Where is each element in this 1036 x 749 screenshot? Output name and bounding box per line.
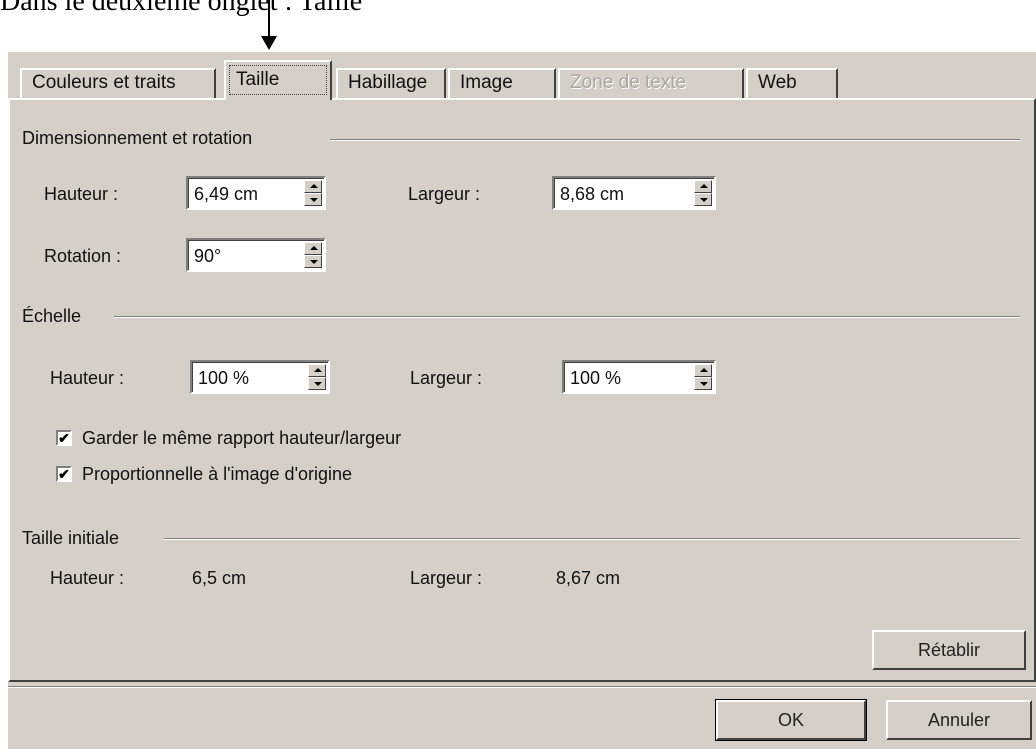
tab-label: Zone de texte [570,72,687,93]
scale-width-label: Largeur : [410,368,483,388]
spin-buttons[interactable] [304,242,322,268]
rotation-label: Rotation : [44,246,122,266]
caption-text: Dans le deuxième onglet : Taille [0,0,363,17]
tab-label: Couleurs et traits [32,72,176,93]
spin-up-icon[interactable] [694,364,712,377]
spin-buttons[interactable] [694,180,712,206]
group-divider [330,139,1020,141]
spin-down-icon[interactable] [304,193,322,206]
sizing-width-input[interactable] [560,182,660,206]
spin-down-icon[interactable] [308,377,326,390]
reset-button[interactable]: Rétablir [872,630,1026,670]
format-image-dialog: Couleurs et traits Taille Habillage Imag… [8,52,1036,749]
tab-label: Web [758,72,797,93]
tab-taille[interactable]: Taille [224,60,332,100]
relative-original-checkbox[interactable]: ✔ [56,466,72,482]
spin-buttons[interactable] [694,364,712,390]
rotation-input[interactable] [194,244,294,268]
tab-zone-de-texte[interactable]: Zone de texte [558,68,744,98]
spin-up-icon[interactable] [304,180,322,193]
sizing-width-stepper[interactable] [552,176,716,210]
pointer-arrow-icon [261,36,277,50]
sizing-height-input[interactable] [194,182,294,206]
tab-web[interactable]: Web [746,68,838,98]
pointer-arrow-shaft [268,0,270,38]
original-height-value: 6,5 cm [192,568,247,588]
original-width-value: 8,67 cm [556,568,621,588]
spin-up-icon[interactable] [694,180,712,193]
original-height-label: Hauteur : [50,568,125,588]
scale-height-label: Hauteur : [50,368,125,388]
tab-label: Habillage [348,72,428,93]
tab-panel-taille: Dimensionnement et rotation Hauteur : La… [8,98,1036,682]
spin-down-icon[interactable] [694,377,712,390]
spin-up-icon[interactable] [304,242,322,255]
ok-button[interactable]: OK [715,699,867,741]
scale-width-input[interactable] [570,366,670,390]
original-width-label: Largeur : [410,568,483,588]
relative-original-label[interactable]: Proportionnelle à l'image d'origine [82,464,352,485]
rotation-stepper[interactable] [186,238,326,272]
group-title-scale: Échelle [22,306,82,326]
tab-label: Image [460,72,513,93]
spin-buttons[interactable] [304,180,322,206]
lock-aspect-checkbox[interactable]: ✔ [56,430,72,446]
button-area-divider [8,686,1036,688]
group-title-sizing: Dimensionnement et rotation [22,128,253,148]
tab-image[interactable]: Image [448,68,556,98]
scale-width-stepper[interactable] [562,360,716,394]
spin-down-icon[interactable] [304,255,322,268]
group-title-original-size: Taille initiale [22,528,120,548]
spin-down-icon[interactable] [694,193,712,206]
group-divider [114,316,1020,318]
tab-label: Taille [236,69,280,90]
spin-buttons[interactable] [308,364,326,390]
tab-couleurs-et-traits[interactable]: Couleurs et traits [20,68,216,98]
lock-aspect-label[interactable]: Garder le même rapport hauteur/largeur [82,428,401,449]
sizing-height-stepper[interactable] [186,176,326,210]
scale-height-stepper[interactable] [190,360,330,394]
spin-up-icon[interactable] [308,364,326,377]
sizing-height-label: Hauteur : [44,184,119,204]
tab-habillage[interactable]: Habillage [336,68,446,98]
scale-height-input[interactable] [198,366,298,390]
sizing-width-label: Largeur : [408,184,481,204]
cancel-button[interactable]: Annuler [886,700,1032,740]
group-divider [164,538,1020,540]
